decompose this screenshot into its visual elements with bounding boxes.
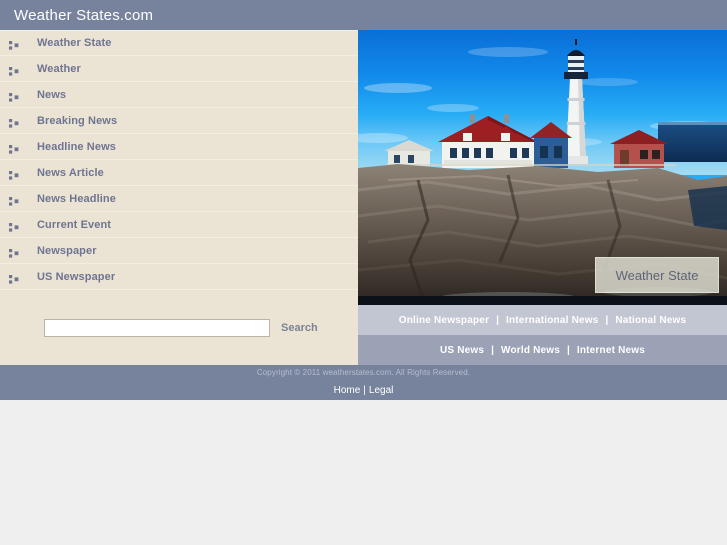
bullet-squares-icon — [9, 90, 23, 102]
sidebar-item-headline-news[interactable]: Headline News — [0, 134, 358, 160]
footer-links: Home | Legal — [334, 380, 394, 398]
search-area: Search — [0, 290, 358, 365]
footer-link-home[interactable]: Home — [334, 385, 361, 396]
link-us-news[interactable]: US News — [440, 345, 484, 356]
bullet-squares-icon — [9, 142, 23, 154]
sidebar-item-label: Weather — [37, 62, 81, 75]
sidebar-item-label: US Newspaper — [37, 270, 116, 283]
sidebar-item-weather[interactable]: Weather — [0, 56, 358, 82]
link-online-newspaper[interactable]: Online Newspaper — [399, 315, 489, 326]
bullet-squares-icon — [9, 194, 23, 206]
sidebar-item-news[interactable]: News — [0, 82, 358, 108]
link-separator: | — [605, 314, 609, 326]
photo-badge: Weather State — [595, 257, 719, 293]
bullet-squares-icon — [9, 220, 23, 232]
sidebar-item-label: Newspaper — [37, 244, 97, 257]
photo-badge-label: Weather State — [615, 267, 699, 283]
sidebar-item-label: Breaking News — [37, 114, 118, 127]
bullet-squares-icon — [9, 116, 23, 128]
search-input[interactable] — [44, 318, 270, 337]
linkbar-bottom: US News | World News | Internet News — [358, 335, 727, 365]
sidebar-item-current-event[interactable]: Current Event — [0, 212, 358, 238]
sidebar-item-label: Weather State — [37, 37, 112, 49]
page-background-area — [0, 400, 727, 545]
bullet-squares-icon — [9, 170, 19, 180]
sidebar-item-us-newspaper[interactable]: US Newspaper — [0, 264, 358, 290]
linkbar-top: Online Newspaper | International News | Nati… — [358, 305, 727, 335]
page-root: Weather States.com Weather State Weather N… — [0, 0, 727, 545]
site-header: Weather States.com — [0, 0, 727, 30]
bullet-squares-icon — [9, 66, 19, 76]
bullet-squares-icon — [9, 222, 19, 232]
bullet-squares-icon — [9, 196, 19, 206]
sidebar-item-breaking-news[interactable]: Breaking News — [0, 108, 358, 134]
bullet-squares-icon — [9, 41, 19, 50]
sidebar-item-news-headline[interactable]: News Headline — [0, 186, 358, 212]
sidebar-item-newspaper[interactable]: Newspaper — [0, 238, 358, 264]
main-content-area: Weather State Weather News Breaking News Hea… — [0, 30, 727, 365]
content-panel: Weather State Online Newspaper | Internati… — [358, 30, 727, 365]
link-separator: | — [491, 344, 494, 356]
sidebar-item-label: News — [37, 88, 67, 101]
link-national-news[interactable]: National News — [615, 315, 686, 326]
sidebar-item-label: News Headline — [37, 192, 116, 205]
bullet-squares-icon — [9, 272, 23, 284]
link-separator: | — [496, 314, 499, 326]
sidebar-item-label: Headline News — [37, 140, 116, 153]
bullet-squares-icon — [9, 144, 19, 154]
bullet-squares-icon — [9, 118, 19, 128]
search-button[interactable]: Search — [281, 322, 318, 334]
sidebar-nav-list: Weather State Weather News Breaking News Hea… — [0, 30, 358, 290]
copyright-text: Copyright © 2011 weatherstates.com. All … — [256, 367, 471, 377]
footer-link-legal[interactable]: Legal — [369, 385, 393, 396]
site-footer: Copyright © 2011 weatherstates.com. All … — [0, 365, 727, 400]
sidebar: Weather State Weather News Breaking News Hea… — [0, 30, 358, 365]
bullet-squares-icon — [9, 64, 23, 76]
page-title: Weather States.com — [14, 6, 154, 24]
bullet-squares-icon — [9, 274, 19, 284]
lighthouse-photo: Weather State — [358, 30, 727, 305]
bullet-squares-icon — [9, 92, 19, 102]
bullet-squares-icon — [9, 168, 23, 180]
sidebar-item-label: News Article — [37, 166, 104, 179]
footer-link-separator: | — [363, 384, 366, 396]
bullet-squares-icon — [9, 248, 19, 258]
bullet-squares-icon — [9, 246, 23, 258]
sidebar-item-news-article[interactable]: News Article — [0, 160, 358, 186]
sidebar-item-label: Current Event — [37, 218, 112, 231]
bullet-squares-icon — [9, 38, 23, 50]
link-internet-news[interactable]: Internet News — [577, 345, 645, 356]
link-world-news[interactable]: World News — [501, 345, 560, 356]
link-separator: | — [567, 344, 570, 356]
sidebar-item-weather-state[interactable]: Weather State — [0, 30, 358, 56]
link-international-news[interactable]: International News — [506, 315, 599, 326]
